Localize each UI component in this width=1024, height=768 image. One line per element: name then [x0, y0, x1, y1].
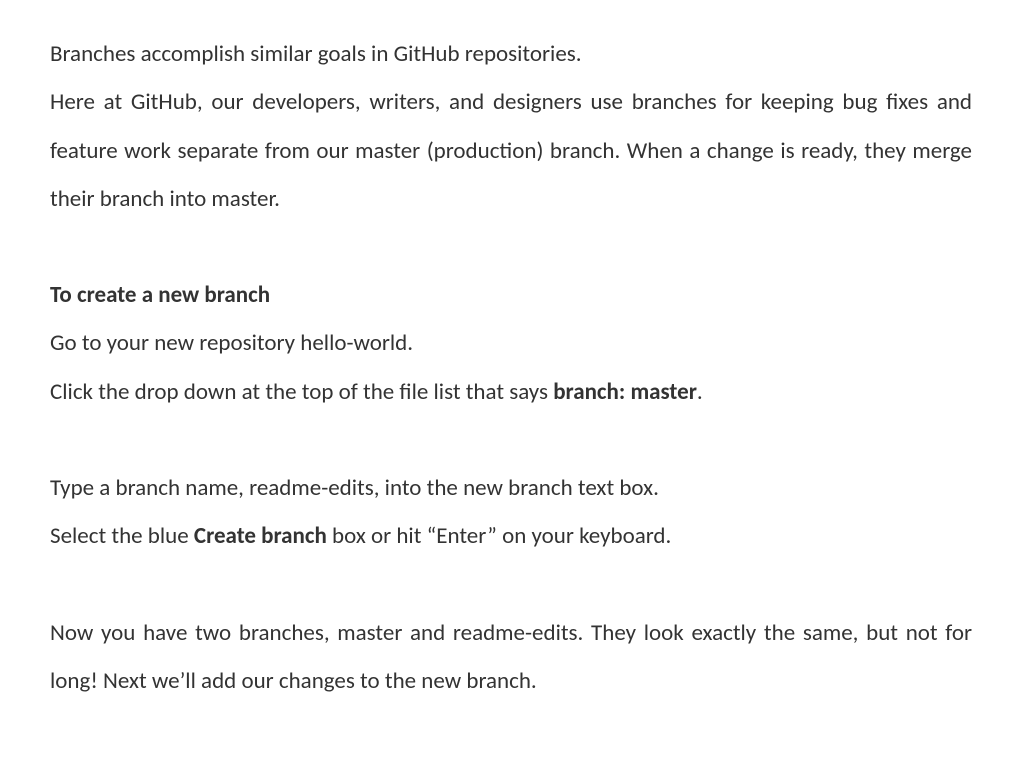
closing-paragraph: Now you have two branches, master and re… — [50, 609, 972, 706]
step-2-text-a: Click the drop down at the top of the fi… — [50, 378, 553, 406]
spacer-2 — [50, 416, 972, 464]
create-branch-label: Create branch — [194, 522, 327, 550]
step-4-text-a: Select the blue — [50, 522, 194, 550]
intro-line-1: Branches accomplish similar goals in Git… — [50, 30, 972, 78]
step-3: Type a branch name, readme-edits, into t… — [50, 464, 972, 512]
spacer-3 — [50, 561, 972, 609]
branch-master-label: branch: master — [553, 378, 697, 406]
step-2-text-c: . — [697, 378, 703, 406]
heading-create-branch: To create a new branch — [50, 271, 972, 319]
intro-body: Here at GitHub, our developers, writers,… — [50, 78, 972, 223]
step-4: Select the blue Create branch box or hit… — [50, 512, 972, 560]
spacer-1 — [50, 223, 972, 271]
step-1: Go to your new repository hello-world. — [50, 319, 972, 367]
step-2: Click the drop down at the top of the fi… — [50, 368, 972, 416]
step-4-text-c: box or hit “Enter” on your keyboard. — [327, 522, 671, 550]
